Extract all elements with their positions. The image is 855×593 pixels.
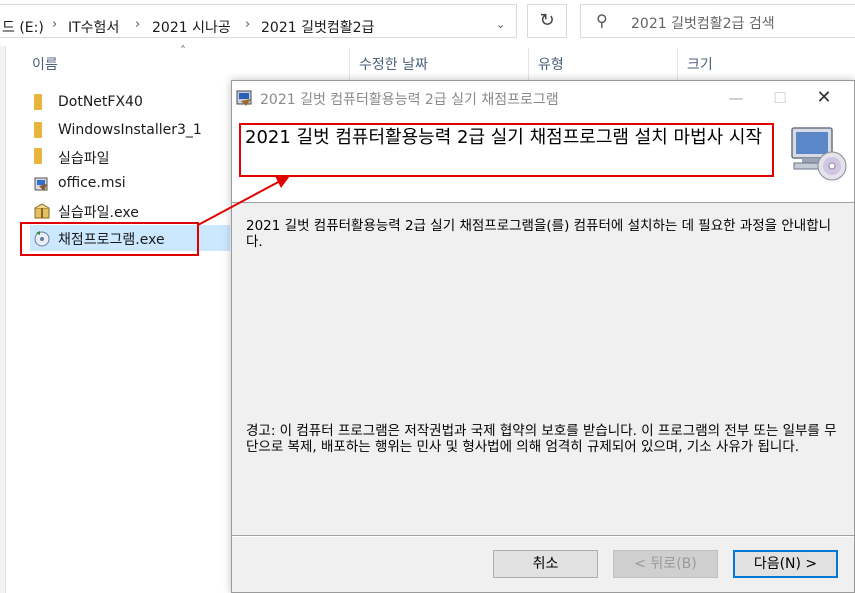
dialog-title: 2021 길벗 컴퓨터활용능력 2급 실기 채점프로그램 [260, 92, 559, 108]
list-item[interactable]: office.msi [30, 171, 230, 197]
list-item[interactable]: 실습파일 [30, 144, 230, 170]
breadcrumb-item-sinagong[interactable]: 2021 시나공 [152, 17, 231, 37]
divider [232, 535, 854, 537]
column-divider[interactable] [528, 48, 529, 80]
breadcrumb[interactable]: 드 (E:) › IT수험서 › 2021 시나공 › 2021 길벗컴활2급 … [0, 4, 517, 38]
dialog-titlebar[interactable]: 2021 길벗 컴퓨터활용능력 2급 실기 채점프로그램 — ☐ ✕ [232, 81, 854, 114]
column-divider[interactable] [677, 48, 678, 80]
file-name: WindowsInstaller3_1 [58, 122, 202, 138]
msi-installer-icon [34, 177, 48, 191]
list-item[interactable]: 실습파일.exe [30, 198, 230, 224]
file-name: 실습파일 [58, 151, 110, 167]
annotation-highlight-heading [239, 123, 774, 177]
chevron-right-icon: › [245, 17, 251, 32]
column-header-type[interactable]: 유형 [538, 54, 564, 74]
folder-icon [34, 148, 42, 164]
search-input[interactable]: ⚲ 2021 길벗컴활2급 검색 [580, 4, 855, 38]
search-placeholder: 2021 길벗컴활2급 검색 [631, 16, 775, 32]
breadcrumb-item-it[interactable]: IT수험서 [68, 17, 119, 37]
archive-exe-icon [34, 203, 50, 219]
refresh-button[interactable]: ↻ [527, 4, 567, 38]
file-name: DotNetFX40 [58, 94, 143, 110]
chevron-right-icon: › [52, 17, 58, 32]
minimize-button[interactable]: — [714, 85, 758, 111]
close-icon: ✕ [816, 87, 832, 108]
copyright-warning: 경고: 이 컴퓨터 프로그램은 저작권법과 국제 협약의 보호를 받습니다. 이… [246, 423, 837, 455]
installer-app-icon [236, 90, 252, 106]
file-name: office.msi [58, 175, 126, 191]
sort-up-icon: ˄ [180, 44, 186, 58]
refresh-icon: ↻ [539, 10, 555, 31]
back-button[interactable]: < 뒤로(B) [613, 550, 718, 578]
folder-icon [34, 122, 42, 138]
maximize-icon: ☐ [773, 89, 787, 107]
folder-icon [34, 94, 42, 110]
maximize-button[interactable]: ☐ [758, 85, 802, 111]
wizard-intro-text: 2021 길벗 컴퓨터활용능력 2급 실기 채점프로그램을(를) 컴퓨터에 설치… [246, 218, 832, 250]
cancel-button[interactable]: 취소 [493, 550, 598, 578]
next-button[interactable]: 다음(N) > [733, 550, 838, 578]
navigation-pane[interactable] [0, 46, 6, 593]
column-header-size[interactable]: 크기 [687, 54, 713, 74]
column-header-name[interactable]: 이름 [32, 54, 58, 74]
address-bar: 드 (E:) › IT수험서 › 2021 시나공 › 2021 길벗컴활2급 … [0, 0, 855, 46]
file-name: 실습파일.exe [58, 205, 139, 221]
annotation-highlight-file [20, 222, 199, 256]
computer-cd-icon [791, 127, 847, 181]
chevron-down-icon[interactable]: ⌄ [496, 18, 505, 31]
close-button[interactable]: ✕ [802, 85, 846, 111]
search-icon: ⚲ [596, 11, 608, 30]
column-divider[interactable] [349, 48, 350, 80]
column-header-date[interactable]: 수정한 날짜 [359, 54, 428, 74]
breadcrumb-item-current[interactable]: 2021 길벗컴활2급 [261, 17, 374, 37]
list-item[interactable]: WindowsInstaller3_1 [30, 118, 230, 144]
minimize-icon: — [728, 89, 744, 107]
chevron-right-icon: › [135, 17, 141, 32]
list-item[interactable]: DotNetFX40 [30, 90, 230, 116]
breadcrumb-item-drive[interactable]: 드 (E:) [2, 17, 44, 37]
